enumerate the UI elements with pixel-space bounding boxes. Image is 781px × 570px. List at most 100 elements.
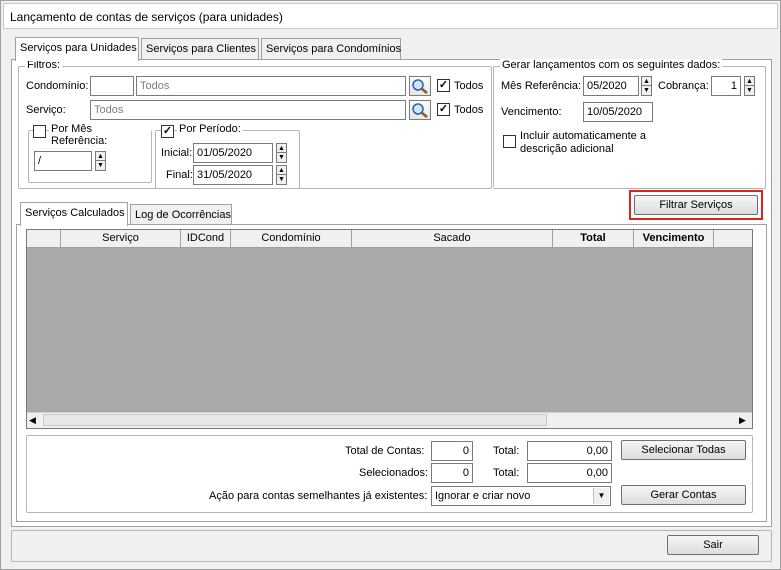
- vencimento-label: Vencimento:: [501, 106, 562, 118]
- inicial-spinner[interactable]: ▲ ▼: [276, 143, 287, 163]
- condominio-label: Condomínio:: [26, 80, 89, 92]
- mes-referencia-spinner[interactable]: ▲ ▼: [95, 151, 106, 171]
- acao-select[interactable]: Ignorar e criar novo ▼: [431, 486, 611, 506]
- spin-up-icon[interactable]: ▲: [277, 144, 286, 153]
- total-contas-value: 0: [431, 441, 473, 461]
- sair-button[interactable]: Sair: [667, 535, 759, 555]
- final-spinner[interactable]: ▲ ▼: [276, 165, 287, 185]
- sair-label: Sair: [703, 539, 723, 551]
- por-periodo-group: ✓ Por Período: Inicial: 01/05/2020 ▲ ▼ F…: [155, 123, 300, 189]
- incluir-line1: Incluir automaticamente a: [520, 130, 646, 142]
- grid-col-vencimento[interactable]: Vencimento: [634, 230, 714, 248]
- inicial-label: Inicial:: [161, 147, 193, 159]
- spin-down-icon[interactable]: ▼: [96, 161, 105, 170]
- spin-down-icon[interactable]: ▼: [277, 153, 286, 162]
- mes-referencia-input[interactable]: /: [34, 151, 92, 171]
- selecionados-value: 0: [431, 463, 473, 483]
- grid-header: Serviço IDCond Condomínio Sacado Total V…: [27, 230, 752, 248]
- grid-col-servico[interactable]: Serviço: [61, 230, 181, 248]
- spin-up-icon[interactable]: ▲: [745, 77, 754, 86]
- gerar-legend: Gerar lançamentos com os seguintes dados…: [500, 59, 723, 71]
- tab-panel: Filtros: Condomínio: Todos ✓ Todos Servi…: [11, 59, 772, 527]
- total2-label: Total:: [493, 467, 520, 479]
- acao-label: Ação para contas semelhantes já existent…: [209, 490, 428, 502]
- condominio-todos-label: Todos: [454, 80, 484, 92]
- footer-bar: Sair: [11, 530, 772, 562]
- scroll-left-icon[interactable]: ◀: [29, 415, 36, 426]
- spin-up-icon[interactable]: ▲: [642, 77, 651, 86]
- gerar-vencimento-input[interactable]: 10/05/2020: [583, 102, 653, 122]
- selecionar-todas-label: Selecionar Todas: [641, 444, 726, 456]
- condominio-search-button[interactable]: [409, 76, 431, 96]
- por-mes-group: Por Mês Referência: / ▲ ▼: [28, 123, 152, 183]
- grid-col-total[interactable]: Total: [553, 230, 634, 248]
- acao-select-value: Ignorar e criar novo: [435, 490, 531, 502]
- grid-horizontal-scrollbar[interactable]: ◀ ▶: [27, 412, 752, 428]
- search-icon: [412, 79, 428, 94]
- chevron-down-icon[interactable]: ▼: [593, 488, 609, 504]
- por-periodo-checkbox[interactable]: ✓: [161, 125, 174, 138]
- servico-todos-checkbox[interactable]: ✓: [437, 103, 450, 116]
- grid-col-idcond[interactable]: IDCond: [181, 230, 231, 248]
- cobranca-spinner[interactable]: ▲ ▼: [744, 76, 755, 96]
- main-window: Lançamento de contas de serviços (para u…: [0, 0, 781, 570]
- mes-ref-label: Mês Referência:: [501, 80, 582, 92]
- gerar-mes-ref-spinner[interactable]: ▲ ▼: [641, 76, 652, 96]
- servico-todos-label: Todos: [454, 104, 484, 116]
- tab-servicos-condominios[interactable]: Serviços para Condomínios: [261, 38, 401, 60]
- servico-input[interactable]: Todos: [90, 100, 406, 120]
- gerar-mes-ref-input[interactable]: 05/2020: [583, 76, 639, 96]
- search-icon: [412, 103, 428, 118]
- cobranca-input[interactable]: 1: [711, 76, 741, 96]
- filters-group: Filtros: Condomínio: Todos ✓ Todos Servi…: [18, 59, 492, 189]
- condominio-input[interactable]: Todos: [136, 76, 406, 96]
- incluir-line2: descrição adicional: [520, 143, 614, 155]
- condominio-code-input[interactable]: [90, 76, 134, 96]
- spin-down-icon[interactable]: ▼: [277, 175, 286, 184]
- total2-value: 0,00: [527, 463, 612, 483]
- tab-servicos-calculados[interactable]: Serviços Calculados: [20, 202, 128, 226]
- cobranca-label: Cobrança:: [658, 80, 709, 92]
- tab-servicos-unidades[interactable]: Serviços para Unidades: [15, 37, 139, 61]
- condominio-todos-checkbox[interactable]: ✓: [437, 79, 450, 92]
- tab-log-ocorrencias[interactable]: Log de Ocorrências: [130, 204, 232, 226]
- grid-col-condominio[interactable]: Condomínio: [231, 230, 352, 248]
- filtrar-servicos-label: Filtrar Serviços: [659, 199, 733, 211]
- total-value: 0,00: [527, 441, 612, 461]
- grid-col-indicator[interactable]: [27, 230, 61, 248]
- grid-col-sacado[interactable]: Sacado: [352, 230, 553, 248]
- total-label: Total:: [493, 445, 520, 457]
- selecionar-todas-button[interactable]: Selecionar Todas: [621, 440, 746, 460]
- spin-up-icon[interactable]: ▲: [277, 166, 286, 175]
- spin-up-icon[interactable]: ▲: [96, 152, 105, 161]
- tab-servicos-clientes[interactable]: Serviços para Clientes: [141, 38, 259, 60]
- tab-label: Serviços para Unidades: [20, 42, 137, 54]
- scrollbar-thumb[interactable]: [43, 414, 547, 426]
- total-contas-label: Total de Contas:: [345, 445, 425, 457]
- tab-label: Serviços para Clientes: [146, 43, 257, 55]
- tab-label: Serviços para Condomínios: [266, 43, 402, 55]
- spin-down-icon[interactable]: ▼: [642, 86, 651, 95]
- services-grid[interactable]: Serviço IDCond Condomínio Sacado Total V…: [26, 229, 753, 429]
- result-panel: Serviço IDCond Condomínio Sacado Total V…: [16, 224, 767, 522]
- inicial-input[interactable]: 01/05/2020: [193, 143, 273, 163]
- gerar-contas-label: Gerar Contas: [650, 489, 717, 501]
- incluir-descricao-checkbox[interactable]: [503, 135, 516, 148]
- totals-group: Total de Contas: 0 Total: 0,00 Seleciona…: [26, 435, 753, 513]
- gerar-group: Gerar lançamentos com os seguintes dados…: [493, 59, 766, 189]
- servico-search-button[interactable]: [409, 100, 431, 120]
- por-mes-label: Por Mês Referência:: [49, 123, 151, 147]
- tab-label: Log de Ocorrências: [135, 209, 231, 221]
- filtrar-servicos-button[interactable]: Filtrar Serviços: [634, 195, 758, 215]
- scroll-right-icon[interactable]: ▶: [739, 415, 746, 426]
- gerar-contas-button[interactable]: Gerar Contas: [621, 485, 746, 505]
- final-input[interactable]: 31/05/2020: [193, 165, 273, 185]
- por-mes-checkbox[interactable]: [33, 125, 46, 138]
- por-periodo-label: Por Período:: [177, 123, 243, 135]
- grid-col-extra[interactable]: [714, 230, 752, 248]
- servico-label: Serviço:: [26, 104, 66, 116]
- tab-label: Serviços Calculados: [25, 207, 125, 219]
- spin-down-icon[interactable]: ▼: [745, 86, 754, 95]
- title-bar: Lançamento de contas de serviços (para u…: [3, 3, 778, 29]
- final-label: Final:: [166, 169, 193, 181]
